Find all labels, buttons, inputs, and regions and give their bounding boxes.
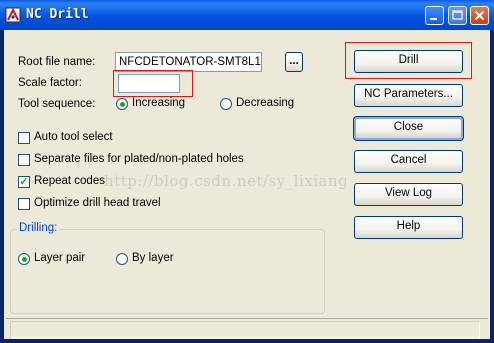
minimize-icon bbox=[430, 18, 437, 20]
repeat-codes-label[interactable]: Repeat codes bbox=[34, 175, 105, 187]
drill-button[interactable]: Drill bbox=[354, 50, 463, 73]
help-button[interactable]: Help bbox=[354, 216, 463, 239]
pcb-drill-icon bbox=[5, 7, 21, 23]
drilling-group-title: Drilling: bbox=[17, 222, 60, 234]
maximize-button[interactable] bbox=[448, 6, 467, 25]
nc-parameters-button[interactable]: NC Parameters... bbox=[354, 84, 463, 107]
decreasing-radio[interactable] bbox=[220, 98, 232, 110]
repeat-codes-checkbox[interactable]: ✓ bbox=[18, 176, 30, 188]
auto-tool-select-checkbox[interactable] bbox=[18, 132, 30, 144]
close-window-button[interactable] bbox=[470, 6, 489, 25]
browse-button[interactable]: ... bbox=[285, 52, 303, 72]
root-file-input[interactable]: NFCDETONATOR-SMT8L10 bbox=[115, 52, 262, 72]
optimize-travel-checkbox[interactable] bbox=[18, 198, 30, 210]
by-layer-radio[interactable] bbox=[116, 253, 128, 265]
auto-tool-select-label[interactable]: Auto tool select bbox=[34, 131, 113, 143]
root-file-label: Root file name: bbox=[18, 56, 96, 68]
increasing-label[interactable]: Increasing bbox=[132, 97, 185, 109]
status-pane bbox=[10, 321, 480, 338]
layer-pair-radio[interactable] bbox=[18, 253, 30, 265]
close-icon bbox=[474, 10, 485, 21]
layer-pair-label[interactable]: Layer pair bbox=[34, 252, 85, 264]
watermark-text: http://blog.csdn.net/sy_lixiang bbox=[104, 172, 349, 190]
drilling-group bbox=[10, 229, 325, 314]
tool-sequence-label: Tool sequence: bbox=[18, 98, 96, 110]
view-log-button[interactable]: View Log bbox=[354, 183, 463, 206]
maximize-icon bbox=[452, 10, 463, 20]
by-layer-label[interactable]: By layer bbox=[132, 252, 174, 264]
decreasing-label[interactable]: Decreasing bbox=[236, 97, 294, 109]
separate-files-label[interactable]: Separate files for plated/non-plated hol… bbox=[34, 153, 244, 165]
close-button[interactable]: Close bbox=[353, 116, 464, 141]
separate-files-checkbox[interactable] bbox=[18, 154, 30, 166]
cancel-button[interactable]: Cancel bbox=[354, 150, 463, 173]
scale-factor-label: Scale factor: bbox=[18, 77, 82, 89]
increasing-radio[interactable] bbox=[116, 98, 128, 110]
optimize-travel-label[interactable]: Optimize drill head travel bbox=[34, 197, 161, 209]
minimize-button[interactable] bbox=[425, 6, 444, 25]
window-title: NC Drill bbox=[26, 7, 89, 22]
scale-factor-input[interactable] bbox=[118, 74, 180, 93]
